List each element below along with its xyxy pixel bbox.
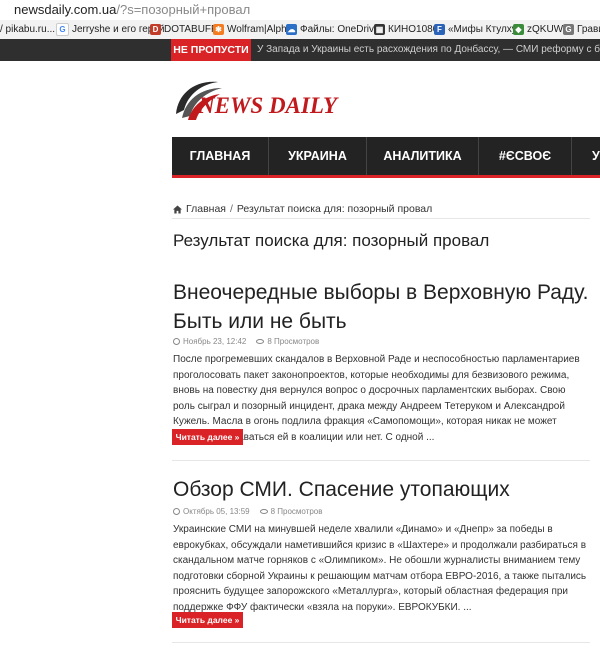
post-excerpt: Украинские СМИ на минувшей неделе хвалил… xyxy=(173,524,587,613)
bookmark-dotabuff[interactable]: D DOTABUFF xyxy=(150,22,217,37)
post-meta: Октябрь 05, 13:59 8 Просмотров xyxy=(173,507,323,516)
bookmark-onedrive[interactable]: ☁ Файлы: OneDrive xyxy=(286,22,380,37)
bookmark-wolfram[interactable]: ✱ Wolfram|Alpha xyxy=(213,22,292,37)
nav-item-analytics[interactable]: АНАЛИТИКА xyxy=(367,137,478,175)
post-divider xyxy=(172,642,590,643)
zqkuw-icon: ◆ xyxy=(513,24,524,35)
post-title[interactable]: Обзор СМИ. Спасение утопающих xyxy=(173,475,593,504)
google-icon: G xyxy=(56,23,69,36)
gravity-icon: G xyxy=(563,24,574,35)
nav-item-ukraine[interactable]: УКРАИНА xyxy=(269,137,366,175)
url-host: newsdaily.com.ua xyxy=(14,2,117,17)
bookmark-label: DOTABUFF xyxy=(164,24,218,35)
breadcrumb-separator: / xyxy=(229,203,233,215)
nav-item-more[interactable]: У xyxy=(572,137,600,175)
main-nav: ГЛАВНАЯ УКРАИНА АНАЛИТИКА #ЄСВОЄ У xyxy=(172,137,600,178)
bookmark-label: Грави xyxy=(577,24,600,35)
news-ticker: НЕ ПРОПУСТИ У Запада и Украины есть расх… xyxy=(0,39,600,61)
bookmark-label: / pikabu.ru... xyxy=(0,24,56,35)
bookmark-kino1080[interactable]: ▦ КИНО1080 xyxy=(374,22,438,37)
home-icon xyxy=(173,204,182,214)
breadcrumb-current: Результат поиска для: позорный провал xyxy=(236,203,433,215)
wolfram-icon: ✱ xyxy=(213,24,224,35)
site-logo[interactable]: NEWS DAILY xyxy=(172,76,352,126)
bookmarks-bar: / pikabu.ru... G Jerryshe и его герой D … xyxy=(0,20,600,40)
breadcrumb-home-link[interactable]: Главная xyxy=(186,203,226,215)
film-icon: ▦ xyxy=(374,24,385,35)
url-text[interactable]: newsdaily.com.ua/?s=позорный+провал xyxy=(14,2,250,17)
post-views: 8 Просмотров xyxy=(267,337,320,346)
post-views: 8 Просмотров xyxy=(270,507,323,516)
breadcrumb-divider xyxy=(172,218,590,219)
eye-icon xyxy=(259,509,268,514)
nav-item-home[interactable]: ГЛАВНАЯ xyxy=(172,137,268,175)
read-more-button[interactable]: Читать далее » xyxy=(172,429,243,445)
onedrive-icon: ☁ xyxy=(286,24,297,35)
bookmark-label: «Мифы Ктулху» xyxy=(448,24,523,35)
bookmark-pikabu[interactable]: / pikabu.ru... xyxy=(0,22,55,37)
post-date: Ноябрь 23, 12:42 xyxy=(183,337,247,346)
bookmark-label: zQKUW xyxy=(527,24,564,35)
eye-icon xyxy=(256,339,265,344)
post-title[interactable]: Внеочередные выборы в Верховную Раду. Бы… xyxy=(173,278,593,336)
dotabuff-icon: D xyxy=(150,24,161,35)
bookmark-label: Файлы: OneDrive xyxy=(300,24,380,35)
bookmark-cthulhu[interactable]: F «Мифы Ктулху» xyxy=(434,22,522,37)
bookmark-zqkuw[interactable]: ◆ zQKUW xyxy=(513,22,563,37)
post-divider xyxy=(172,460,590,461)
page-title: Результат поиска для: позорный провал xyxy=(173,231,490,250)
ticker-label: НЕ ПРОПУСТИ xyxy=(171,39,251,61)
read-more-button[interactable]: Читать далее » xyxy=(172,612,243,628)
address-bar[interactable]: newsdaily.com.ua/?s=позорный+провал xyxy=(0,0,600,21)
clock-icon xyxy=(173,508,180,515)
clock-icon xyxy=(173,338,180,345)
bookmark-gravity[interactable]: G Грави xyxy=(563,22,600,37)
logo-swoosh-icon: NEWS DAILY xyxy=(176,81,339,120)
bookmark-jerryshe[interactable]: G Jerryshe и его герой xyxy=(56,22,165,37)
ticker-headline[interactable]: У Запада и Украины есть расхождения по Д… xyxy=(257,39,600,61)
fl-icon: F xyxy=(434,24,445,35)
nav-item-esvoe[interactable]: #ЄСВОЄ xyxy=(479,137,571,175)
post-date: Октябрь 05, 13:59 xyxy=(183,507,250,516)
post-meta: Ноябрь 23, 12:42 8 Просмотров xyxy=(173,337,319,346)
bookmark-label: КИНО1080 xyxy=(388,24,439,35)
logo-text: NEWS DAILY xyxy=(197,93,339,118)
breadcrumb: Главная / Результат поиска для: позорный… xyxy=(173,203,432,215)
url-path: /?s=позорный+провал xyxy=(116,2,251,17)
bookmark-label: Wolfram|Alpha xyxy=(227,24,293,35)
